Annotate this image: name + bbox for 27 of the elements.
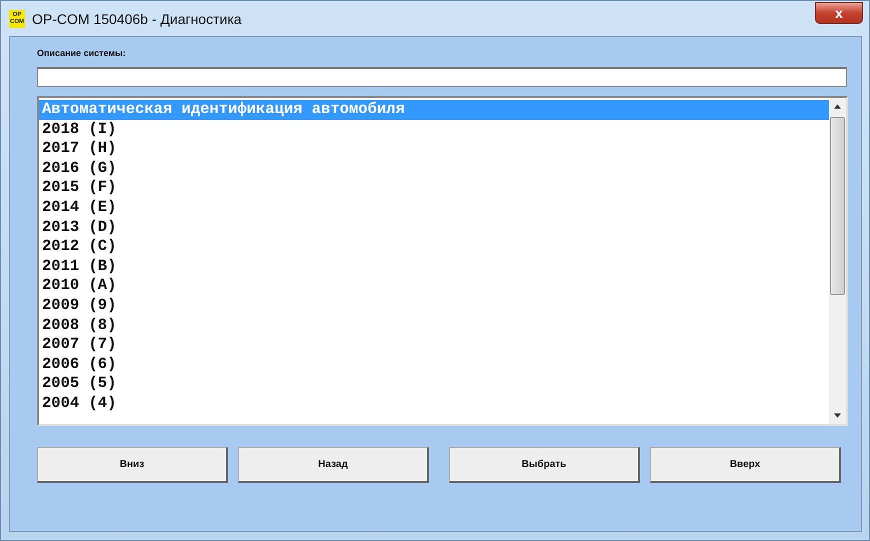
list-item[interactable]: 2016 (G) [39,158,829,178]
action-button[interactable]: Вниз [37,447,228,483]
scroll-down-icon[interactable] [834,413,841,418]
list-item[interactable]: 2011 (B) [39,256,829,276]
list-item[interactable]: 2008 (8) [39,316,829,336]
action-button[interactable]: Назад [238,447,429,483]
scroll-up-icon[interactable] [834,104,841,109]
list-item[interactable]: 2009 (9) [39,296,829,316]
list-item[interactable]: 2018 (I) [39,120,829,140]
list-item[interactable]: 2015 (F) [39,178,829,198]
field-label: Описание системы: [37,48,127,58]
list-item[interactable]: 2004 (4) [39,394,829,414]
close-button[interactable]: x [815,2,863,24]
action-button[interactable]: Вверх [650,447,841,483]
list-item[interactable]: 2017 (H) [39,139,829,159]
list-item[interactable]: 2007 (7) [39,335,829,355]
list-item[interactable]: 2012 (C) [39,237,829,257]
list-item[interactable]: 2014 (E) [39,198,829,218]
action-button[interactable]: Выбрать [449,447,640,483]
scrollbar[interactable] [829,98,846,424]
scroll-thumb[interactable] [830,117,845,295]
list-item[interactable]: 2013 (D) [39,218,829,238]
list-item[interactable]: 2006 (6) [39,354,829,374]
list-item[interactable]: 2005 (5) [39,374,829,394]
window-title: OP-COM 150406b - Диагностика [32,10,242,26]
description-field[interactable] [37,67,847,87]
list-item[interactable]: 2010 (A) [39,276,829,296]
